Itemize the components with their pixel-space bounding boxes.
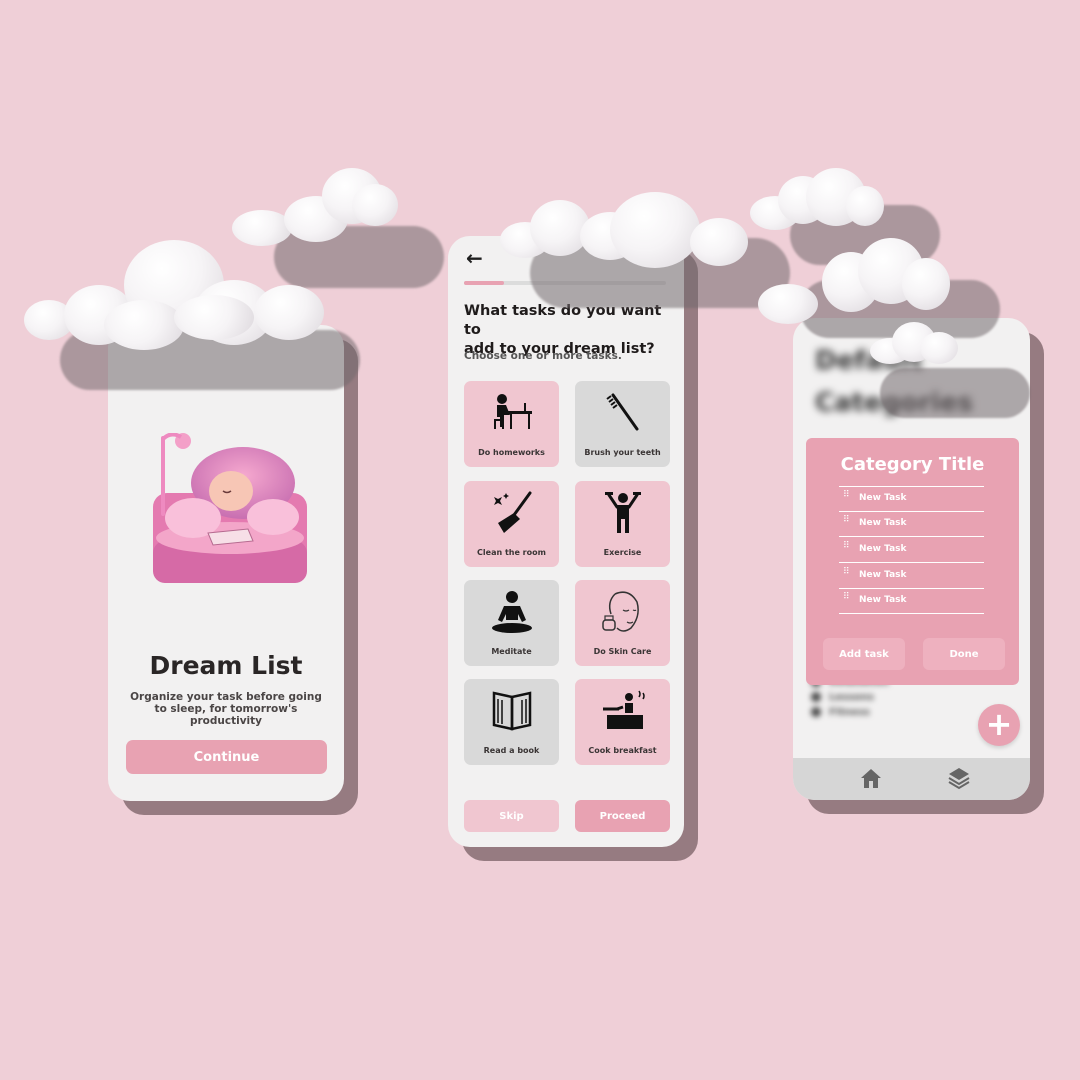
homework-desk-icon bbox=[494, 394, 532, 429]
task-selection-screen: ← What tasks do you want to add to your … bbox=[448, 236, 684, 847]
bullet-icon bbox=[811, 692, 821, 702]
modal-title: Category Title bbox=[840, 454, 985, 475]
bullet-icon bbox=[811, 707, 821, 717]
task-tile-clean-room[interactable]: Clean the room bbox=[464, 481, 559, 567]
progress-fill bbox=[464, 281, 505, 285]
task-tile-homework[interactable]: Do homeworks bbox=[464, 381, 559, 467]
task-label: Exercise bbox=[603, 548, 642, 557]
onboarding-screen: Dream List Organize your task before goi… bbox=[108, 325, 344, 801]
cloud-puff bbox=[232, 210, 292, 246]
layers-icon[interactable] bbox=[947, 766, 971, 790]
task-tile-meditate[interactable]: Meditate bbox=[464, 580, 559, 666]
subtitle-line-2: to sleep, for tomorrow's productivity bbox=[154, 703, 298, 727]
cooking-icon bbox=[603, 690, 645, 729]
drag-handle-icon[interactable]: ⠿ bbox=[843, 516, 850, 525]
cloud-puff bbox=[352, 184, 398, 226]
cloud-icon bbox=[24, 240, 324, 350]
done-button[interactable]: Done bbox=[923, 638, 1005, 670]
cloud-icon bbox=[500, 192, 748, 268]
skip-button[interactable]: Skip bbox=[464, 800, 559, 832]
task-tile-read-book[interactable]: Read a book bbox=[464, 679, 559, 765]
cloud-puff bbox=[846, 186, 884, 226]
drag-handle-icon[interactable]: ⠿ bbox=[843, 491, 850, 500]
task-row-label: New Task bbox=[859, 544, 907, 554]
cloud-puff bbox=[174, 295, 254, 340]
add-category-button[interactable]: + bbox=[978, 704, 1020, 746]
task-tile-exercise[interactable]: Exercise bbox=[575, 481, 670, 567]
broom-icon bbox=[494, 491, 532, 533]
task-tile-brush-teeth[interactable]: Brush your teeth bbox=[575, 381, 670, 467]
task-label: Cook breakfast bbox=[588, 746, 657, 755]
drag-handle-icon[interactable]: ⠿ bbox=[843, 593, 850, 602]
drag-handle-icon[interactable]: ⠿ bbox=[843, 542, 850, 551]
cloud-puff bbox=[902, 258, 950, 310]
cloud-puff bbox=[920, 332, 958, 364]
task-label: Read a book bbox=[483, 746, 540, 755]
cloud-puff bbox=[758, 284, 818, 324]
home-icon[interactable] bbox=[859, 766, 883, 790]
task-row[interactable]: ⠿ New Task bbox=[839, 538, 984, 563]
cloud-shadow bbox=[880, 368, 1030, 418]
cloud-icon bbox=[758, 238, 950, 324]
cloud-icon bbox=[870, 322, 958, 366]
task-label: Do Skin Care bbox=[593, 647, 652, 656]
task-row-label: New Task bbox=[859, 493, 907, 503]
task-label: Do homeworks bbox=[478, 448, 545, 457]
task-tile-skin-care[interactable]: Do Skin Care bbox=[575, 580, 670, 666]
arrow-left-icon[interactable]: ← bbox=[466, 246, 483, 270]
proceed-button[interactable]: Proceed bbox=[575, 800, 670, 832]
app-subtitle: Organize your task before going to sleep… bbox=[122, 691, 330, 727]
task-row[interactable]: ⠿ New Task bbox=[839, 589, 984, 614]
sleeping-girl-illustration bbox=[153, 433, 307, 583]
task-row-label: New Task bbox=[859, 518, 907, 528]
list-item-label: Lessons bbox=[829, 692, 874, 703]
drag-handle-icon[interactable]: ⠿ bbox=[843, 568, 850, 577]
cloud-icon bbox=[750, 168, 884, 232]
subtitle-line-1: Organize your task before going bbox=[130, 691, 322, 703]
add-task-button[interactable]: Add task bbox=[823, 638, 905, 670]
cloud-puff bbox=[254, 285, 324, 340]
task-tile-cook-breakfast[interactable]: Cook breakfast bbox=[575, 679, 670, 765]
cloud-puff bbox=[104, 300, 184, 350]
task-row[interactable]: ⠿ New Task bbox=[839, 486, 984, 512]
list-item-label: Fitness bbox=[829, 707, 870, 718]
question-hint: Choose one or more tasks. bbox=[464, 350, 622, 362]
cloud-puff bbox=[610, 192, 700, 268]
task-label: Meditate bbox=[491, 647, 532, 656]
app-title: Dream List bbox=[149, 651, 303, 680]
open-book-icon bbox=[492, 691, 532, 731]
exercise-person-icon bbox=[605, 492, 641, 533]
task-row-label: New Task bbox=[859, 570, 907, 580]
task-row[interactable]: ⠿ New Task bbox=[839, 512, 984, 537]
cloud-puff bbox=[690, 218, 748, 266]
skin-care-face-icon bbox=[602, 591, 639, 632]
toothbrush-icon bbox=[606, 393, 639, 431]
task-label: Clean the room bbox=[477, 548, 546, 557]
task-row[interactable]: ⠿ New Task bbox=[839, 564, 984, 589]
category-modal: Category Title ⠿ New Task ⠿ New Task ⠿ N… bbox=[806, 438, 1019, 685]
meditate-icon bbox=[492, 591, 532, 633]
list-item[interactable]: Fitness bbox=[811, 707, 971, 718]
task-row-label: New Task bbox=[859, 595, 907, 605]
continue-button[interactable]: Continue bbox=[126, 740, 327, 774]
task-label: Brush your teeth bbox=[584, 448, 661, 457]
cloud-icon bbox=[232, 168, 398, 246]
bottom-nav bbox=[793, 758, 1030, 800]
list-item[interactable]: Lessons bbox=[811, 692, 971, 703]
